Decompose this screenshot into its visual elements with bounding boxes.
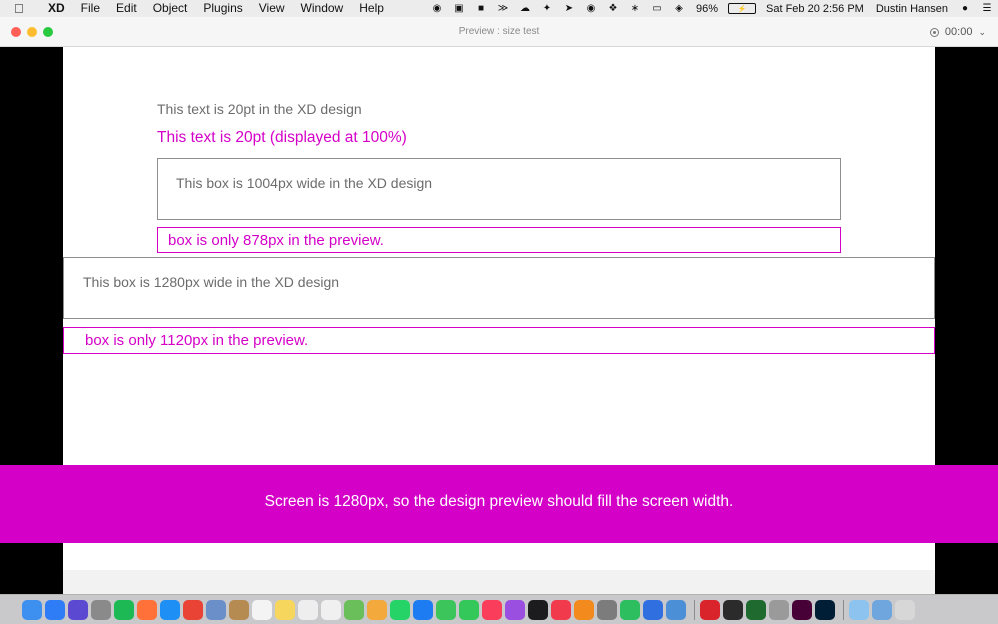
- bbedit-status-icon[interactable]: ▣: [452, 3, 466, 15]
- notification-center-icon[interactable]: ☰: [980, 3, 994, 15]
- books-icon[interactable]: [574, 599, 594, 620]
- airplay-icon[interactable]: ▭: [650, 3, 664, 15]
- menu-help[interactable]: Help: [351, 0, 392, 17]
- menu-file[interactable]: File: [73, 0, 108, 17]
- image-capture-icon[interactable]: [666, 599, 686, 620]
- app-store-icon[interactable]: [45, 599, 65, 620]
- box-878-preview: box is only 878px in the preview.: [157, 227, 841, 253]
- activity-monitor-icon[interactable]: [723, 599, 743, 620]
- box-1120-preview: box is only 1120px in the preview.: [63, 327, 935, 354]
- box-1004-design: This box is 1004px wide in the XD design: [157, 158, 841, 220]
- 1password-icon[interactable]: [643, 599, 663, 620]
- box-1280-design: This box is 1280px wide in the XD design: [63, 257, 935, 319]
- chrome-icon[interactable]: [183, 599, 203, 620]
- siri-icon[interactable]: [68, 599, 88, 620]
- status-area: ◉ ▣ ■ ≫ ☁ ✦ ➤ ◉ ❖ ∗ ▭ ◈ 96% ⚡ Sat Feb 20…: [426, 0, 998, 17]
- menu-bar:  XD File Edit Object Plugins View Windo…: [0, 0, 998, 17]
- folder-icon[interactable]: [849, 599, 869, 620]
- bluetooth-icon[interactable]: ∗: [628, 3, 642, 15]
- timer-value: 00:00: [944, 26, 973, 38]
- music-icon[interactable]: [482, 599, 502, 620]
- terminal-icon[interactable]: [746, 599, 766, 620]
- rocket-status-icon[interactable]: ➤: [562, 3, 576, 15]
- safari-icon[interactable]: [160, 599, 180, 620]
- finder-icon[interactable]: [22, 599, 42, 620]
- messages-icon[interactable]: [436, 599, 456, 620]
- screen-width-banner: Screen is 1280px, so the design preview …: [0, 465, 998, 543]
- adobe-xd-icon[interactable]: [792, 599, 812, 620]
- menu-clock[interactable]: Sat Feb 20 2:56 PM: [766, 3, 864, 15]
- wifi-icon[interactable]: ◈: [672, 3, 686, 15]
- menu-app-name[interactable]: XD: [40, 0, 73, 17]
- window-titlebar: Preview : size test 00:00 ⌄: [0, 17, 998, 47]
- evernote-icon[interactable]: [620, 599, 640, 620]
- reminders-icon[interactable]: [321, 599, 341, 620]
- user-name[interactable]: Dustin Hansen: [876, 3, 948, 15]
- menu-view[interactable]: View: [251, 0, 293, 17]
- apple-tv-icon[interactable]: [528, 599, 548, 620]
- siri-status-icon[interactable]: ●: [958, 3, 972, 15]
- artboard-bottom-strip: [63, 570, 935, 594]
- dropbox-status-icon[interactable]: ❖: [606, 3, 620, 15]
- maps-icon[interactable]: [344, 599, 364, 620]
- textedit-icon[interactable]: [298, 599, 318, 620]
- photos-icon[interactable]: [367, 599, 387, 620]
- box-1280-label: This box is 1280px wide in the XD design: [83, 274, 340, 290]
- notes-brown-icon[interactable]: [229, 599, 249, 620]
- spotify-icon[interactable]: [114, 599, 134, 620]
- messenger-icon[interactable]: [413, 599, 433, 620]
- system-prefs-icon[interactable]: [597, 599, 617, 620]
- trash-icon[interactable]: [895, 599, 915, 620]
- launchpad-icon[interactable]: [91, 599, 111, 620]
- box-1120-label: box is only 1120px in the preview.: [85, 332, 309, 349]
- preview-icon[interactable]: [206, 599, 226, 620]
- record-timer[interactable]: 00:00 ⌄: [929, 17, 986, 47]
- dash-status-icon[interactable]: ■: [474, 3, 488, 15]
- menu-object[interactable]: Object: [145, 0, 196, 17]
- menu-plugins[interactable]: Plugins: [195, 0, 250, 17]
- battery-icon[interactable]: ⚡: [728, 3, 756, 14]
- firefox-icon[interactable]: [137, 599, 157, 620]
- cloud-status-icon[interactable]: ☁: [518, 3, 532, 15]
- record-icon: [929, 27, 939, 37]
- disk-utility-icon[interactable]: [769, 599, 789, 620]
- eye-status-icon[interactable]: ◉: [584, 3, 598, 15]
- onepassword-status-icon[interactable]: ◉: [430, 3, 444, 15]
- pin-status-icon[interactable]: ✦: [540, 3, 554, 15]
- notes-icon[interactable]: [275, 599, 295, 620]
- dock-separator: [694, 599, 695, 620]
- text-20pt-design: This text is 20pt in the XD design: [157, 101, 362, 117]
- window-title: Preview : size test: [458, 26, 540, 37]
- photoshop-icon[interactable]: [815, 599, 835, 620]
- text-20pt-displayed: This text is 20pt (displayed at 100%): [157, 129, 407, 146]
- menu-window[interactable]: Window: [293, 0, 352, 17]
- chevron-down-icon: ⌄: [978, 27, 986, 37]
- apple-menu-icon[interactable]: : [14, 1, 28, 16]
- dock: [0, 594, 998, 624]
- news-icon[interactable]: [551, 599, 571, 620]
- calendar-icon[interactable]: [252, 599, 272, 620]
- whatsapp-icon[interactable]: [390, 599, 410, 620]
- bbedit-icon[interactable]: [700, 599, 720, 620]
- battery-percent: 96%: [695, 2, 718, 15]
- downloads-icon[interactable]: [872, 599, 892, 620]
- dock-separator: [843, 599, 844, 620]
- box-1004-label: This box is 1004px wide in the XD design: [176, 175, 433, 191]
- box-878-label: box is only 878px in the preview.: [168, 232, 384, 249]
- facetime-icon[interactable]: [459, 599, 479, 620]
- menu-edit[interactable]: Edit: [108, 0, 145, 17]
- arrows-status-icon[interactable]: ≫: [496, 3, 510, 15]
- podcasts-icon[interactable]: [505, 599, 525, 620]
